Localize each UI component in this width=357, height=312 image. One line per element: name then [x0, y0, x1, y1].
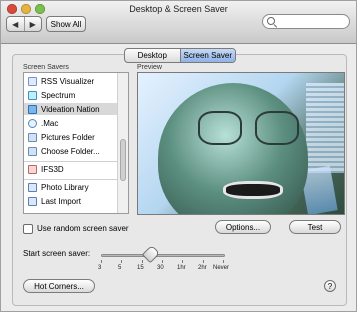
- tab-bar: Desktop Screen Saver: [124, 48, 236, 63]
- list-item-label: Videation Nation: [41, 104, 100, 114]
- slider-tickmark: [121, 260, 122, 263]
- list-scrollbar[interactable]: [117, 73, 128, 213]
- slider-tickmark: [142, 260, 143, 263]
- back-button[interactable]: ◀: [7, 17, 24, 31]
- help-icon[interactable]: ?: [324, 280, 336, 292]
- slider-tick-label: 2hr: [198, 265, 207, 271]
- list-item-label: Last Import: [41, 196, 82, 206]
- list-item-label: RSS Visualizer: [41, 76, 95, 86]
- forward-arrow-icon: ▶: [29, 19, 36, 29]
- random-screen-saver-label: Use random screen saver: [37, 224, 129, 233]
- slider-tickmark: [223, 260, 224, 263]
- window-title: Desktop & Screen Saver: [129, 4, 228, 14]
- search-field[interactable]: [262, 14, 351, 29]
- window: Desktop & Screen Saver ◀ ▶ Show All Desk…: [0, 0, 357, 312]
- start-screen-saver-label: Start screen saver:: [23, 249, 91, 258]
- photo-library-icon: [28, 182, 37, 192]
- slider-tick-label: 5: [118, 265, 122, 271]
- list-item[interactable]: Photo Library: [24, 179, 118, 193]
- screen-saver-list[interactable]: RSS Visualizer Spectrum Videation Nation…: [23, 72, 129, 214]
- list-item-label: Choose Folder...: [41, 146, 100, 156]
- list-item-label: Spectrum: [41, 90, 76, 100]
- preview-image: [137, 72, 345, 215]
- forward-button[interactable]: ▶: [23, 17, 42, 31]
- slider-tick-label: 3: [98, 265, 102, 271]
- search-input[interactable]: [277, 16, 351, 28]
- preview-heading: Preview: [137, 64, 162, 71]
- show-all-button[interactable]: Show All: [46, 16, 86, 32]
- nav-buttons: ◀ ▶: [6, 16, 42, 32]
- rss-icon: [28, 76, 37, 86]
- search-icon: [267, 17, 275, 25]
- list-item-label: .Mac: [41, 118, 59, 128]
- list-scrollbar-thumb[interactable]: [120, 139, 126, 181]
- preview-glasses-right: [255, 111, 299, 145]
- options-button[interactable]: Options...: [215, 220, 271, 234]
- mac-icon: [28, 118, 37, 128]
- last-import-icon: [28, 196, 37, 206]
- screen-savers-heading: Screen Savers: [23, 64, 69, 71]
- slider-tick-label: 1hr: [177, 265, 186, 271]
- titlebar: Desktop & Screen Saver ◀ ▶ Show All: [1, 1, 356, 44]
- list-item-label: Pictures Folder: [41, 132, 95, 142]
- videation-icon: [28, 104, 37, 114]
- slider-tick-label: 30: [157, 265, 164, 271]
- list-item-label: Photo Library: [41, 182, 89, 192]
- preview-glasses-left: [198, 111, 242, 145]
- list-item[interactable]: Last Import: [24, 195, 118, 207]
- preview-blinds: [306, 83, 344, 173]
- test-button[interactable]: Test: [289, 220, 341, 234]
- hot-corners-button[interactable]: Hot Corners...: [23, 279, 95, 293]
- folder-icon: [28, 146, 37, 156]
- slider-tickmark: [101, 260, 102, 263]
- slider-tickmark: [203, 260, 204, 263]
- list-item-label: IFS3D: [41, 164, 64, 174]
- list-item[interactable]: .Mac: [24, 117, 118, 129]
- folder-icon: [28, 132, 37, 142]
- start-screen-saver-slider-track[interactable]: [101, 254, 225, 257]
- list-item[interactable]: Spectrum: [24, 89, 118, 101]
- list-item[interactable]: Pictures Folder: [24, 131, 118, 143]
- slider-tickmark: [162, 260, 163, 263]
- list-item[interactable]: IFS3D: [24, 161, 118, 175]
- preview-mouth: [223, 181, 283, 199]
- random-screen-saver-checkbox[interactable]: [23, 224, 33, 234]
- list-item[interactable]: Choose Folder...: [24, 145, 118, 157]
- tab-screen-saver[interactable]: Screen Saver: [179, 49, 235, 62]
- tab-desktop[interactable]: Desktop: [125, 49, 180, 62]
- slider-tick-label: 15: [137, 265, 144, 271]
- ifs3d-icon: [28, 164, 37, 174]
- slider-tickmark: [182, 260, 183, 263]
- list-item-selected[interactable]: Videation Nation: [24, 103, 118, 115]
- back-arrow-icon: ◀: [12, 19, 19, 29]
- slider-tick-label: Never: [213, 265, 230, 271]
- spectrum-icon: [28, 90, 37, 100]
- list-item[interactable]: RSS Visualizer: [24, 75, 118, 87]
